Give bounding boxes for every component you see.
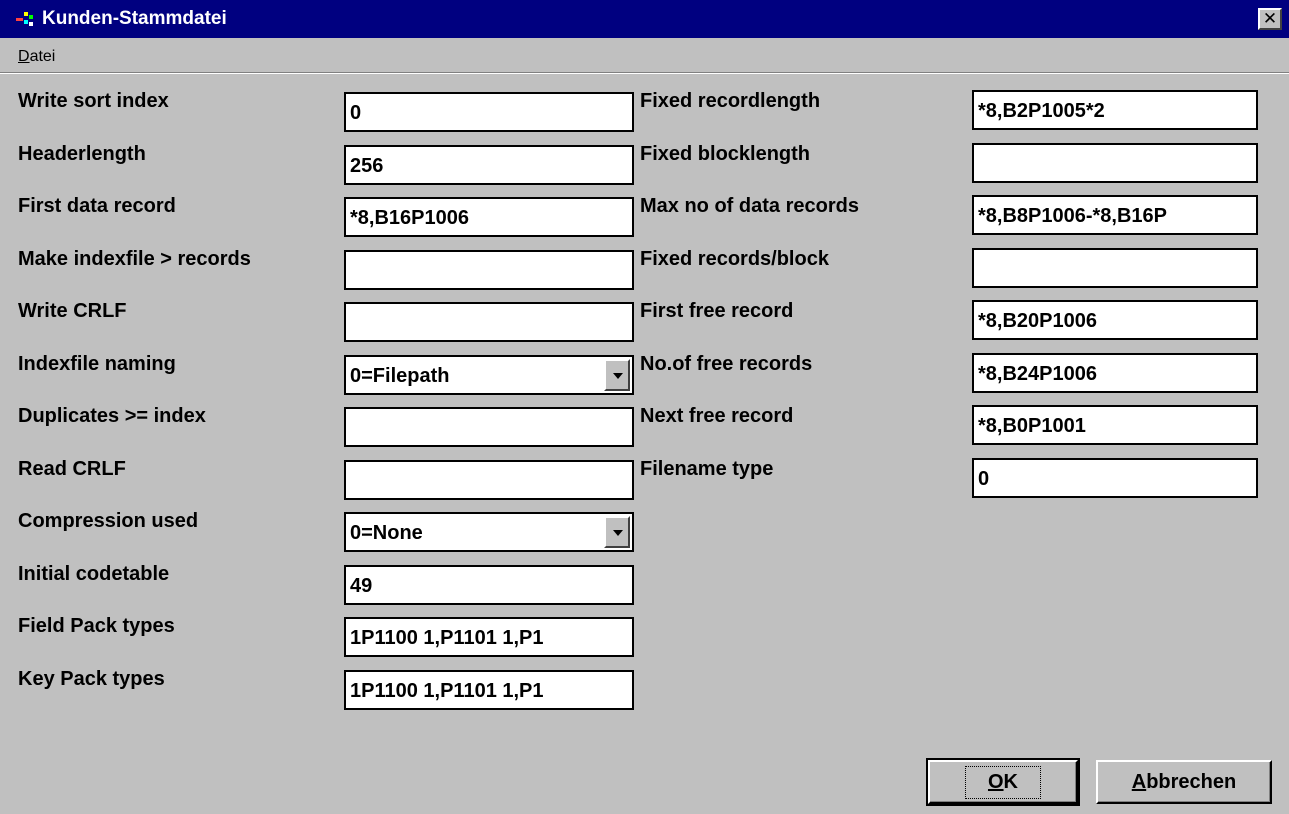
label-compression-used: Compression used: [18, 510, 199, 532]
field-value: 256: [350, 154, 384, 177]
field-make-indexfile-records[interactable]: [344, 249, 634, 290]
app-icon: [16, 12, 33, 26]
label-no-of-free-records: No.of free records: [640, 352, 813, 375]
field-next-free-record[interactable]: *8,B0P1001: [972, 405, 1258, 445]
label-max-no-of-data-records: Max no of data records: [640, 195, 859, 217]
title-bar[interactable]: Kunden-Stammdatei ✕: [0, 0, 1289, 38]
field-value: 1P1100 1,P1101 1,P1: [350, 627, 544, 649]
field-write-crlf[interactable]: [344, 302, 634, 342]
field-value: 1P1100 1,P1101 1,P1: [350, 679, 544, 702]
select-compression-used[interactable]: 0=None: [344, 512, 634, 552]
chevron-down-icon[interactable]: [604, 358, 630, 391]
field-key-pack-types[interactable]: 1P1100 1,P1101 1,P1: [344, 669, 634, 710]
label-read-crlf: Read CRLF: [18, 457, 126, 480]
field-value: *8,B0P1001: [978, 415, 1086, 437]
field-field-pack-types[interactable]: 1P1100 1,P1101 1,P1: [344, 617, 634, 657]
field-value: 0: [978, 467, 990, 490]
label-fixed-recordlength: Fixed recordlength: [640, 90, 821, 112]
field-fixed-recordlength[interactable]: *8,B2P1005*2: [972, 90, 1258, 130]
close-icon: ✕: [1262, 8, 1278, 29]
field-no-of-free-records[interactable]: *8,B24P1006: [972, 352, 1258, 393]
field-initial-codetable[interactable]: 49: [344, 564, 634, 605]
field-first-data-record[interactable]: *8,B16P1006: [344, 197, 634, 237]
label-initial-codetable: Initial codetable: [18, 562, 170, 585]
field-value: *8,B8P1006-*8,B16P: [978, 205, 1168, 227]
dialog-window: Kunden-Stammdatei ✕ Datei Write sort ind…: [0, 0, 1289, 814]
ok-button-label: OK: [964, 765, 1041, 799]
menu-item-datei-mnemonic: D: [18, 48, 30, 65]
field-value: *8,B2P1005*2: [978, 100, 1105, 122]
label-make-indexfile-records: Make indexfile > records: [18, 247, 251, 270]
label-duplicates-index: Duplicates >= index: [18, 405, 206, 427]
ok-button[interactable]: OK: [926, 758, 1080, 806]
field-filename-type[interactable]: 0: [972, 457, 1258, 498]
cancel-button-label: Abbrechen: [1132, 771, 1236, 794]
close-button[interactable]: ✕: [1258, 8, 1282, 30]
label-indexfile-naming: Indexfile naming: [18, 352, 176, 375]
label-first-free-record: First free record: [640, 300, 794, 322]
label-filename-type: Filename type: [640, 457, 774, 480]
field-value: *8,B20P1006: [978, 310, 1097, 332]
label-first-data-record: First data record: [18, 195, 176, 217]
cancel-button[interactable]: Abbrechen: [1096, 760, 1272, 804]
menu-separator: [0, 73, 1289, 74]
label-field-pack-types: Field Pack types: [18, 615, 175, 637]
field-value: 49: [350, 574, 373, 597]
menu-bar: Datei: [0, 40, 1289, 73]
field-fixed-blocklength[interactable]: [972, 142, 1258, 183]
field-max-no-of-data-records[interactable]: *8,B8P1006-*8,B16P: [972, 195, 1258, 235]
field-value: 0=None: [350, 522, 423, 544]
menu-item-datei[interactable]: Datei: [18, 48, 55, 66]
label-headerlength: Headerlength: [18, 142, 146, 165]
label-write-sort-index: Write sort index: [18, 90, 169, 112]
menu-item-datei-label: atei: [29, 48, 56, 65]
field-headerlength[interactable]: 256: [344, 144, 634, 185]
cancel-mnemonic: A: [1131, 770, 1147, 793]
select-indexfile-naming[interactable]: 0=Filepath: [344, 354, 634, 395]
chevron-down-icon[interactable]: [604, 516, 630, 548]
field-first-free-record[interactable]: *8,B20P1006: [972, 300, 1258, 340]
field-duplicates-index[interactable]: [344, 407, 634, 447]
field-fixed-records-block[interactable]: [972, 247, 1258, 288]
label-key-pack-types: Key Pack types: [18, 667, 165, 690]
field-value: *8,B24P1006: [978, 362, 1097, 385]
field-write-sort-index[interactable]: 0: [344, 92, 634, 132]
field-value: 0: [350, 102, 362, 124]
cancel-label-rest: bbrechen: [1146, 770, 1237, 793]
window-title: Kunden-Stammdatei: [42, 8, 227, 29]
field-read-crlf[interactable]: [344, 459, 634, 500]
label-next-free-record: Next free record: [640, 405, 794, 427]
field-value: *8,B16P1006: [350, 207, 469, 229]
ok-mnemonic: O: [987, 770, 1004, 793]
label-write-crlf: Write CRLF: [18, 300, 127, 322]
label-fixed-blocklength: Fixed blocklength: [640, 142, 811, 165]
label-fixed-records-block: Fixed records/block: [640, 247, 829, 270]
field-value: 0=Filepath: [350, 364, 450, 387]
ok-label-rest: K: [1003, 770, 1018, 793]
